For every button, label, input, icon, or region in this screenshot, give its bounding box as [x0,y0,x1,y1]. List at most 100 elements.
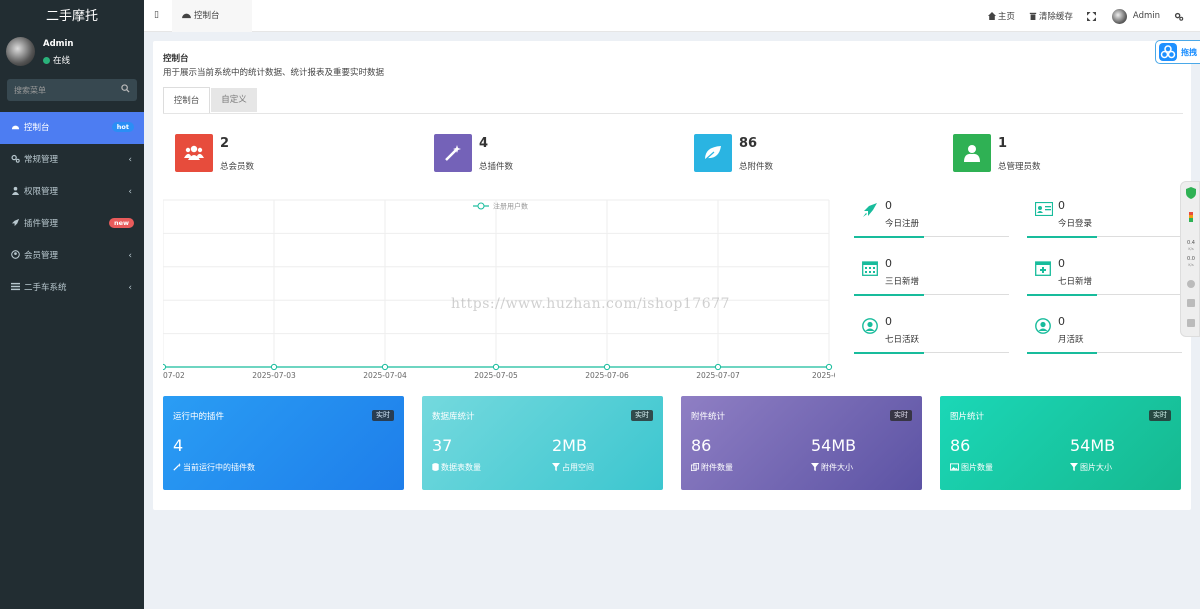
stat-total-plugins: 4 总插件数 [434,134,634,174]
card-sub-tables: 数据表数量 [432,462,481,473]
sidebar-menu: 控制台 hot 常规管理 ‹ 权限管理 ‹ 插件管理 new 会员管理 ‹ 二手… [0,112,144,304]
sidebar-item-label: 二手车系统 [24,283,67,293]
card-value: 4 [173,436,184,455]
mini-stat-underline-rest [1097,352,1182,353]
sidebar-item-label: 控制台 [24,123,50,133]
users-icon [184,145,204,160]
stat-total-admins: 1 总管理员数 [953,134,1153,174]
watermark-text: https://www.huzhan.com/ishop17677 [451,296,730,312]
mini-stat-label: 三日新增 [885,277,920,287]
mini-stat-monthly-active: 0 月活跃 [1027,312,1182,354]
user-avatar [6,37,35,66]
card-running-plugins: 运行中的插件 实时 4 当前运行中的插件数 [163,396,404,490]
card-sub-label: 当前运行中的插件数 [183,463,255,472]
tab-dashboard[interactable]: 控制台 [172,0,252,32]
tab-custom[interactable]: 自定义 [211,88,257,112]
stat-label: 总插件数 [479,162,514,172]
home-link[interactable]: 主页 [987,10,1015,22]
page-title: 控制台 [163,54,189,64]
new-badge: new [108,218,134,228]
mini-stat-value: 0 [1058,199,1065,212]
chart-data-point [492,363,500,371]
realtime-badge: 实时 [890,410,912,421]
mini-stat-value: 0 [885,315,892,328]
image-icon [950,463,959,471]
search-icon[interactable] [121,84,130,93]
card-sub-size: 占用空间 [552,462,594,473]
user-circle-icon [1035,318,1051,334]
floating-tools-icons[interactable]: 0.4 K/s 0.0 K/s [1181,182,1200,338]
sidebar-item-label: 会员管理 [24,251,59,261]
fullscreen-button[interactable] [1086,11,1098,21]
stat-total-members: 2 总会员数 [175,134,375,174]
card-title: 数据库统计 [432,412,475,422]
clear-cache-button[interactable]: 清除缓存 [1029,10,1073,22]
chart-x-tick-label: 07-02 [163,371,185,380]
admin-label: Admin [1132,11,1160,21]
sidebar-item-dashboard[interactable]: 控制台 hot [0,112,144,144]
card-value-tables: 37 [432,436,453,455]
dashboard-panel: 控制台 用于展示当前系统中的统计数据、统计报表及重要实时数据 控制台 自定义 2… [153,41,1191,510]
stat-label: 总附件数 [739,162,774,172]
fullscreen-icon [1086,11,1096,21]
online-dot-icon [43,57,50,64]
card-value-size: 2MB [552,436,587,455]
menu-search-input[interactable]: 搜索菜单 [7,79,137,101]
mini-stat-three-day-new: 0 三日新增 [854,254,1009,296]
list-icon [11,282,20,291]
settings-button[interactable] [1174,12,1186,21]
card-value-count: 86 [691,436,712,455]
chevron-left-icon: ‹ [128,187,132,197]
filter-icon [1070,463,1078,471]
chart-x-tick-label: 2025-07-03 [252,371,296,380]
mini-stat-underline [854,294,924,296]
mini-stat-today-register: 0 今日注册 [854,196,1009,238]
sidebar-item-plugins[interactable]: 插件管理 new [0,208,144,240]
chevron-left-icon: ‹ [128,251,132,261]
app-logo[interactable]: 二手摩托 [0,0,144,33]
mini-stat-value: 0 [1058,315,1065,328]
card-sub: 当前运行中的插件数 [173,462,255,473]
floating-toolbar: 0.4 K/s 0.0 K/s [1180,181,1200,337]
sidebar-toggle-icon[interactable]: ▯ [154,10,159,20]
card-value-count: 86 [950,436,971,455]
card-title: 运行中的插件 [173,412,225,422]
calendar-icon [862,261,878,276]
sidebar-item-permissions[interactable]: 权限管理 ‹ [0,176,144,208]
card-title: 附件统计 [691,412,726,422]
drag-label: 拖拽 [1181,48,1197,57]
sidebar-item-used-car[interactable]: 二手车系统 ‹ [0,272,144,304]
chart-data-point [381,363,389,371]
sidebar-item-members[interactable]: 会员管理 ‹ [0,240,144,272]
hot-badge: hot [111,122,134,132]
card-sub-count: 附件数量 [691,462,733,473]
filter-icon [552,463,560,471]
sidebar-item-general[interactable]: 常规管理 ‹ [0,144,144,176]
database-icon [432,463,439,471]
trash-icon [1029,12,1037,20]
mini-stat-value: 0 [1058,257,1065,270]
magic-wand-icon [445,145,461,161]
admin-menu[interactable]: Admin [1111,8,1160,24]
chart-x-tick-label: 2025-07-07 [696,371,740,380]
stat-icon-box [694,134,732,172]
clear-cache-label: 清除缓存 [1038,12,1073,22]
card-sub-label: 附件大小 [821,463,853,472]
chart-x-tick-label: 2025-07-04 [363,371,407,380]
tab-dashboard-panel[interactable]: 控制台 [163,87,210,113]
net-down-unit: K/s [1188,263,1193,267]
stat-label: 总管理员数 [998,162,1041,172]
drag-float-button[interactable]: 拖拽 [1155,40,1200,64]
mini-stat-underline-rest [1097,294,1182,295]
dashboard-icon [11,125,20,130]
card-sub-size: 附件大小 [811,462,853,473]
topbar-right: 主页 清除缓存 Admin [987,0,1200,32]
leaf-icon [704,146,721,161]
page-description: 用于展示当前系统中的统计数据、统计报表及重要实时数据 [163,68,385,78]
cogs-icon [11,154,20,163]
chart-data-point [825,363,833,371]
stat-icon-box [953,134,991,172]
filter-icon [811,463,819,471]
stat-icon-box [175,134,213,172]
card-sub-label: 图片大小 [1080,463,1112,472]
